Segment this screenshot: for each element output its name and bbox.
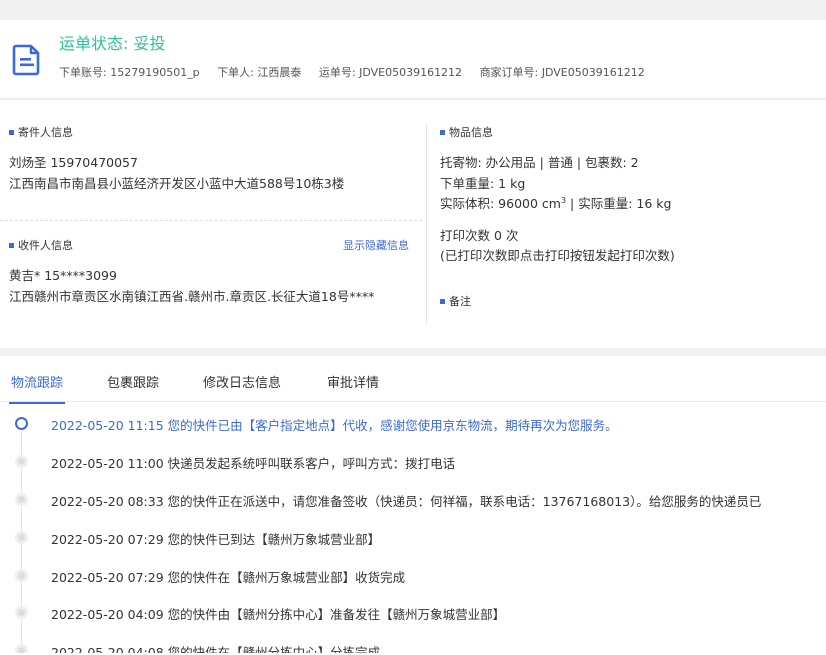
section-marker: [440, 299, 445, 304]
waybill-status: 运单状态: 妥投: [59, 34, 166, 53]
sender-address: 江西南昌市南昌县小蓝经济开发区小蓝中大道588号10栋3楼: [9, 176, 345, 191]
info-panel: 寄件人信息 刘炀圣 15970470057 江西南昌市南昌县小蓝经济开发区小蓝中…: [0, 100, 826, 348]
event-text: 2022-05-20 07:29 您的快件已到达【赣州万象城营业部】: [51, 532, 381, 547]
timeline-event: 2022-05-20 11:00 快递员发起系统呼叫联系客户，呼叫方式：拨打电话: [0, 452, 826, 472]
section-marker: [9, 130, 14, 135]
timeline-dot: [15, 606, 28, 619]
timeline-dot: [15, 569, 28, 582]
print-count-hint: (已打印次数即点击打印按钮发起打印次数): [440, 248, 675, 263]
sender-name-phone: 刘炀圣 15970470057: [9, 155, 138, 170]
timeline-dot: [15, 644, 28, 653]
order-weight: 下单重量: 1 kg: [440, 176, 526, 191]
timeline-dot: [15, 455, 28, 468]
toggle-hidden-info-link[interactable]: 显示隐藏信息: [343, 237, 409, 253]
orderer: 下单人: 江西晨泰: [217, 66, 302, 79]
receiver-name-phone: 黄吉* 15****3099: [9, 268, 117, 283]
waybill-header: 运单状态: 妥投 下单账号: 15279190501_p 下单人: 江西晨泰 运…: [0, 20, 826, 98]
receiver-section-title: 收件人信息: [9, 237, 73, 253]
tab-package-tracking[interactable]: 包裹跟踪: [107, 372, 159, 391]
section-marker: [440, 130, 445, 135]
row-divider: [0, 220, 422, 221]
tab-bar: 物流跟踪 包裹跟踪 修改日志信息 审批详情: [0, 356, 826, 404]
tab-logistics-tracking[interactable]: 物流跟踪: [8, 372, 66, 404]
section-divider: [0, 348, 826, 356]
timeline-dot: [15, 493, 28, 506]
print-count: 打印次数 0 次: [440, 228, 519, 243]
event-text: 2022-05-20 04:08 您的快件在【赣州分拣中心】分拣完成: [51, 645, 381, 653]
merchant-order-number: 商家订单号: JDVE05039161212: [479, 66, 645, 79]
goods-summary: 托寄物: 办公用品 | 普通 | 包裹数: 2: [440, 155, 639, 170]
timeline-event: 2022-05-20 08:33 您的快件正在派送中，请您准备签收（快递员：何祥…: [0, 490, 826, 510]
document-icon: [12, 44, 40, 76]
goods-section-title: 物品信息: [440, 124, 493, 140]
column-divider: [426, 124, 427, 324]
top-bar: [0, 0, 826, 20]
tab-change-log[interactable]: 修改日志信息: [203, 372, 281, 391]
event-text: 2022-05-20 04:09 您的快件由【赣州分拣中心】准备发往【赣州万象城…: [51, 607, 506, 622]
event-text: 2022-05-20 07:29 您的快件在【赣州万象城营业部】收货完成: [51, 570, 406, 585]
timeline-event: 2022-05-20 04:08 您的快件在【赣州分拣中心】分拣完成: [0, 641, 826, 653]
actual-volume-weight: 实际体积: 96000 cm3 | 实际重量: 16 kg: [440, 195, 672, 211]
event-text: 2022-05-20 11:00 快递员发起系统呼叫联系客户，呼叫方式：拨打电话: [51, 456, 456, 471]
timeline-event: 2022-05-20 07:29 您的快件在【赣州万象城营业部】收货完成: [0, 566, 826, 586]
section-marker: [9, 243, 14, 248]
timeline-dot: [15, 531, 28, 544]
timeline-dot-current: [15, 417, 28, 430]
tracking-timeline: 2022-05-20 11:15 您的快件已由【客户指定地点】代收，感谢您使用京…: [0, 402, 826, 653]
sender-section-title: 寄件人信息: [9, 124, 73, 140]
waybill-number: 运单号: JDVE05039161212: [318, 66, 463, 79]
timeline-event: 2022-05-20 11:15 您的快件已由【客户指定地点】代收，感谢您使用京…: [0, 414, 826, 434]
timeline-event: 2022-05-20 07:29 您的快件已到达【赣州万象城营业部】: [0, 528, 826, 548]
timeline-event: 2022-05-20 04:09 您的快件由【赣州分拣中心】准备发往【赣州万象城…: [0, 603, 826, 623]
tab-approval-details[interactable]: 审批详情: [327, 372, 379, 391]
receiver-address: 江西赣州市章贡区水南镇江西省.赣州市.章贡区.长征大道18号****: [9, 289, 375, 304]
remark-section-title: 备注: [440, 293, 471, 309]
waybill-meta: 下单账号: 15279190501_p 下单人: 江西晨泰 运单号: JDVE0…: [59, 64, 659, 80]
order-account: 下单账号: 15279190501_p: [59, 66, 200, 79]
event-text: 2022-05-20 11:15 您的快件已由【客户指定地点】代收，感谢您使用京…: [51, 418, 618, 433]
event-text: 2022-05-20 08:33 您的快件正在派送中，请您准备签收（快递员：何祥…: [51, 494, 762, 509]
